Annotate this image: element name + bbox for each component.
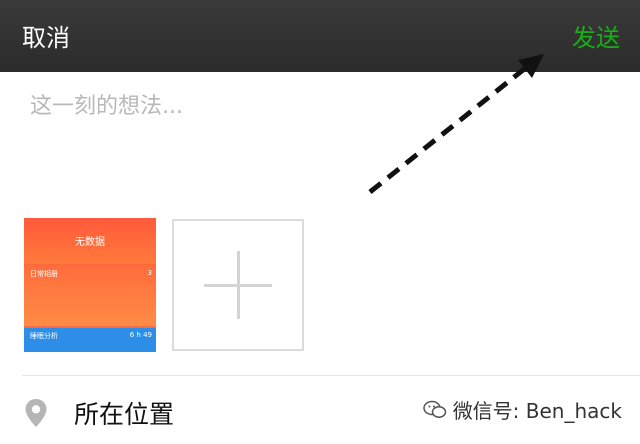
add-photo-button[interactable] <box>172 219 304 351</box>
thumbnail-top-panel: 无数据 <box>24 218 156 264</box>
thumbnail-bottom-label: 睡眠分析 <box>30 332 58 340</box>
thumbnail-top-text: 无数据 <box>75 237 105 248</box>
plus-icon-vertical <box>237 251 240 319</box>
location-pin-icon <box>25 399 47 427</box>
wechat-icon <box>422 400 446 418</box>
watermark-text: 微信号: Ben_hack <box>452 399 622 423</box>
thumbnail-bottom-panel: 睡眠分析 6 h 49 <box>24 328 156 352</box>
thumbnail-middle-label: 日常相册 <box>30 270 58 278</box>
photo-thumbnail[interactable]: 无数据 日常相册 3 睡眠分析 6 h 49 <box>24 218 156 352</box>
thumbnail-middle-value: 3 <box>147 269 152 277</box>
watermark: 微信号: Ben_hack <box>422 395 622 424</box>
thumbnail-bottom-value: 6 h 49 <box>129 331 152 339</box>
thumbnail-middle-panel: 日常相册 3 <box>24 266 156 326</box>
location-label: 所在位置 <box>74 400 175 429</box>
